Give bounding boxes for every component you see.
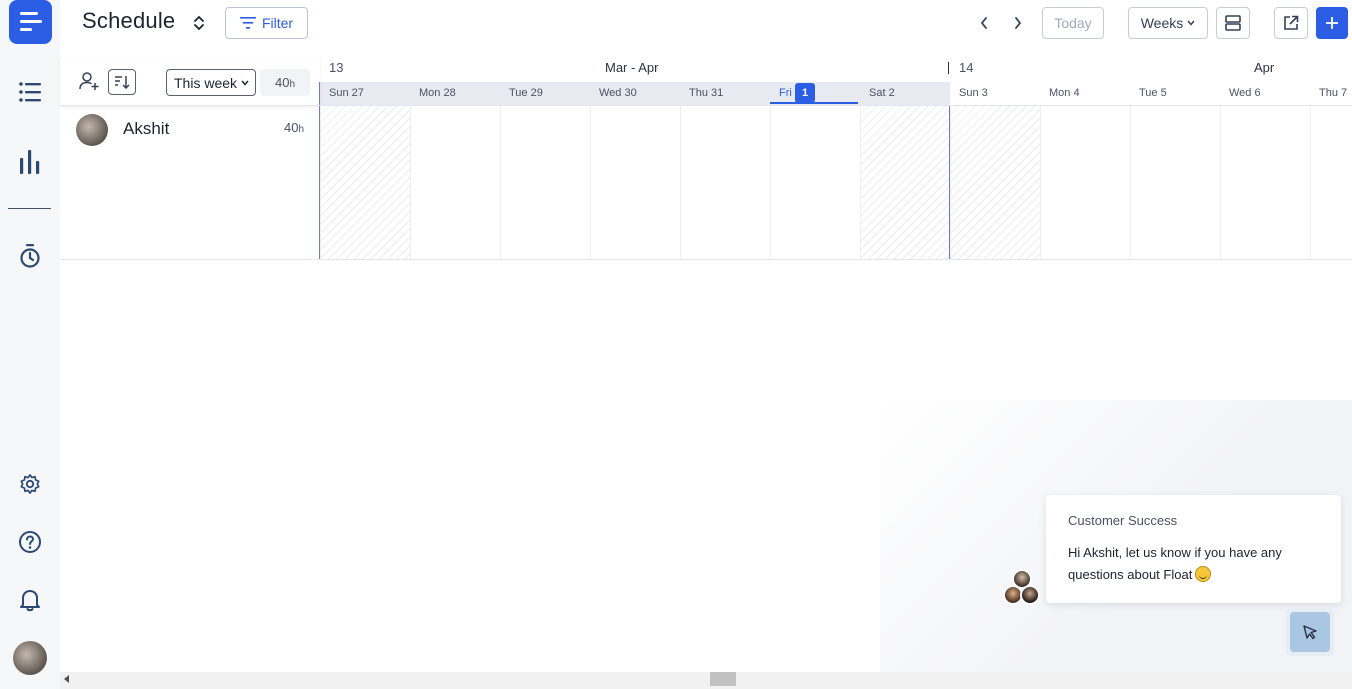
person-hours: 40h xyxy=(284,120,304,135)
scroll-left-arrow[interactable] xyxy=(64,675,69,683)
filter-label: Filter xyxy=(261,15,294,31)
help-icon xyxy=(19,531,41,553)
sort-icon xyxy=(115,76,130,89)
day-cell[interactable] xyxy=(320,106,410,259)
day-header: Mon 28 xyxy=(419,87,456,99)
day-header: Fri xyxy=(779,87,792,99)
plus-icon xyxy=(1326,17,1338,29)
rows-icon xyxy=(1225,15,1241,31)
day-header: Mon 4 xyxy=(1049,87,1080,99)
today-indicator xyxy=(770,102,858,104)
user-avatar[interactable] xyxy=(13,641,47,675)
people-column-edge xyxy=(319,82,320,259)
total-hours: 40 h xyxy=(260,69,310,96)
range-select[interactable]: This week xyxy=(166,69,256,96)
add-person-button[interactable] xyxy=(78,70,100,92)
sidebar-divider xyxy=(8,208,51,209)
chat-launcher-inner xyxy=(1290,612,1330,652)
add-user-icon xyxy=(79,72,99,90)
today-button[interactable]: Today xyxy=(1042,7,1104,39)
month-label: Apr xyxy=(1254,60,1275,75)
week-number: 13 xyxy=(329,60,344,75)
day-header: Thu 31 xyxy=(689,87,724,99)
smile-emoji-icon xyxy=(1195,566,1212,582)
app-root: Schedule Filter Today Weeks 13 Mar - Apr… xyxy=(0,0,1352,689)
list-icon xyxy=(19,82,41,102)
external-link-icon xyxy=(1284,15,1299,30)
person-hours-value: 40 xyxy=(284,120,299,135)
range-select-label: This week xyxy=(174,74,238,91)
team-avatar xyxy=(1020,585,1040,605)
nav-help[interactable] xyxy=(0,522,60,562)
day-header: Sun 3 xyxy=(959,87,988,99)
export-button[interactable] xyxy=(1274,7,1308,39)
nav-notifications[interactable] xyxy=(0,580,60,620)
scrollbar-thumb[interactable] xyxy=(710,672,736,686)
total-hours-value: 40 xyxy=(274,75,290,90)
today-date-badge: 1 xyxy=(795,83,815,103)
day-header: Thu 7 xyxy=(1319,87,1348,99)
day-header: Sun 27 xyxy=(329,87,364,99)
day-cell[interactable] xyxy=(1310,106,1352,259)
day-cell[interactable] xyxy=(860,106,950,259)
next-button[interactable] xyxy=(1008,12,1028,34)
day-cell[interactable] xyxy=(1130,106,1220,259)
chat-message-text: Hi Akshit, let us know if you have any q… xyxy=(1068,545,1282,582)
nav-timer[interactable] xyxy=(0,236,60,276)
add-button[interactable] xyxy=(1316,7,1348,39)
horizontal-scrollbar[interactable] xyxy=(60,672,1352,689)
view-select-label: Weeks xyxy=(1140,15,1184,31)
week-separator xyxy=(949,106,950,259)
month-label: Mar - Apr xyxy=(605,60,659,75)
view-select[interactable]: Weeks xyxy=(1128,7,1208,39)
filter-button[interactable]: Filter xyxy=(225,7,308,39)
chevron-right-icon xyxy=(1015,17,1022,29)
chat-message: Hi Akshit, let us know if you have any q… xyxy=(1068,542,1328,586)
chevron-down-icon xyxy=(241,80,249,86)
float-logo-icon[interactable] xyxy=(9,0,52,44)
day-cell[interactable] xyxy=(1040,106,1130,259)
day-header: Tue 5 xyxy=(1139,87,1167,99)
chevron-left-icon xyxy=(980,17,987,29)
sidebar xyxy=(0,0,60,689)
person-name[interactable]: Akshit xyxy=(123,119,169,139)
day-cell[interactable] xyxy=(950,106,1040,259)
week-divider xyxy=(948,62,949,74)
hours-unit: h xyxy=(289,78,296,90)
previous-button[interactable] xyxy=(974,12,994,34)
chevron-down-icon xyxy=(1187,20,1195,26)
person-hours-unit: h xyxy=(298,124,305,135)
week-number: 14 xyxy=(959,60,974,75)
nav-reports[interactable] xyxy=(0,142,60,182)
gear-icon xyxy=(20,474,40,494)
nav-projects[interactable] xyxy=(0,72,60,112)
day-header: Sat 2 xyxy=(869,87,895,99)
chat-sender: Customer Success xyxy=(1068,513,1178,528)
day-header: Wed 6 xyxy=(1229,87,1261,99)
pointer-icon xyxy=(1303,625,1317,640)
day-header: Tue 29 xyxy=(509,87,543,99)
bell-icon xyxy=(20,590,40,612)
day-cell[interactable] xyxy=(410,106,500,259)
sort-button[interactable] xyxy=(108,69,136,95)
density-button[interactable] xyxy=(1216,7,1250,39)
chat-launcher-button[interactable] xyxy=(1286,608,1334,656)
day-cell[interactable] xyxy=(590,106,680,259)
bar-chart-icon xyxy=(20,150,40,174)
day-cell[interactable] xyxy=(770,106,860,259)
filter-icon xyxy=(239,17,256,29)
day-cell[interactable] xyxy=(680,106,770,259)
header-divider xyxy=(60,105,1352,106)
day-cell[interactable] xyxy=(1220,106,1310,259)
view-switcher-icon[interactable] xyxy=(193,15,205,36)
row-divider xyxy=(60,259,1352,260)
timer-icon xyxy=(20,244,40,268)
person-avatar[interactable] xyxy=(76,114,108,146)
day-cell[interactable] xyxy=(500,106,590,259)
day-header: Wed 30 xyxy=(599,87,637,99)
nav-settings[interactable] xyxy=(0,464,60,504)
page-title: Schedule xyxy=(82,8,176,33)
